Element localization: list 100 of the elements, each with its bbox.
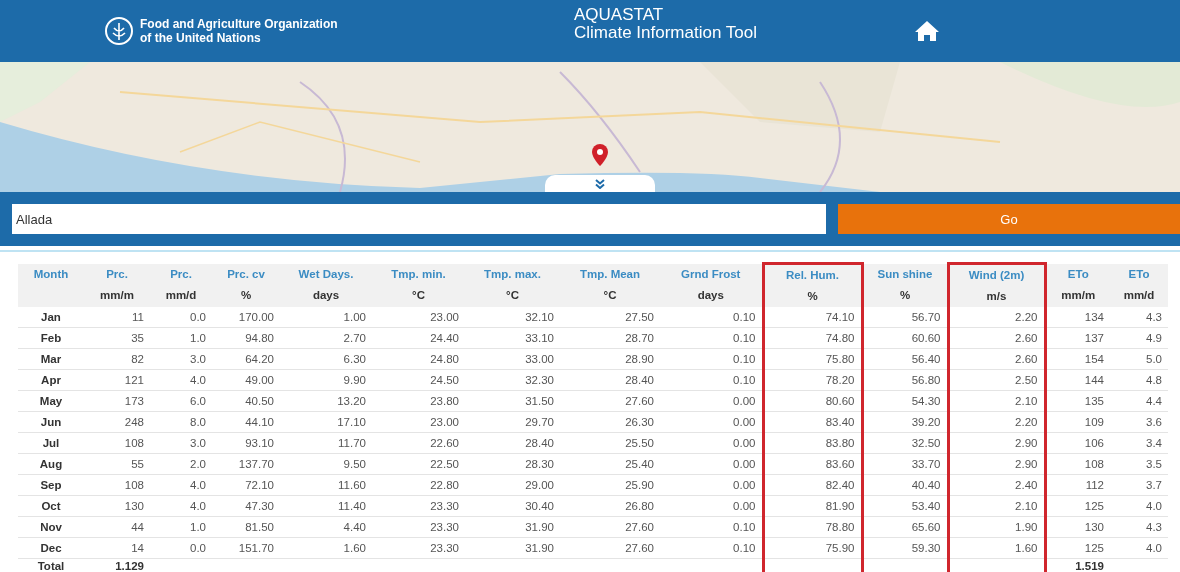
table-cell: 9.50 — [280, 453, 372, 475]
table-cell: 40.50 — [212, 390, 280, 412]
table-cell: 31.90 — [465, 516, 560, 538]
column-header: ETo mm/d — [1110, 263, 1168, 307]
table-cell: 2.90 — [948, 453, 1045, 475]
table-cell: 39.20 — [862, 411, 948, 433]
table-cell: 23.30 — [372, 495, 465, 517]
column-header: Tmp. max. °C — [465, 263, 560, 307]
table-cell: 3.0 — [150, 432, 212, 454]
column-header: Tmp. min. °C — [372, 263, 465, 307]
table-cell: 0.10 — [660, 369, 763, 391]
table-cell: 0.10 — [660, 327, 763, 349]
table-cell: 4.3 — [1110, 516, 1168, 538]
table-cell: 1.60 — [948, 537, 1045, 559]
app-title: AQUASTAT — [574, 6, 665, 24]
table-cell: 33.70 — [862, 453, 948, 475]
table-cell: 29.70 — [465, 411, 560, 433]
table-cell: 151.70 — [212, 537, 280, 559]
month-cell: Aug — [18, 453, 84, 475]
table-cell: 130 — [1045, 516, 1110, 538]
table-cell: 33.10 — [465, 327, 560, 349]
column-header: Rel. Hum. % — [763, 263, 862, 307]
table-cell: 2.10 — [948, 495, 1045, 517]
table-cell: 2.20 — [948, 307, 1045, 328]
table-cell: 0.00 — [660, 474, 763, 496]
table-cell: 4.0 — [1110, 495, 1168, 517]
column-header: Wet Days. days — [280, 263, 372, 307]
table-cell: 44.10 — [212, 411, 280, 433]
table-cell: 24.80 — [372, 348, 465, 370]
table-cell: 82.40 — [763, 474, 862, 496]
table-cell: 125 — [1045, 537, 1110, 559]
table-cell: 2.70 — [280, 327, 372, 349]
table-cell: 248 — [84, 411, 150, 433]
table-cell: 2.60 — [948, 327, 1045, 349]
table-cell: 75.80 — [763, 348, 862, 370]
table-cell: 1.0 — [150, 327, 212, 349]
table-cell: 125 — [1045, 495, 1110, 517]
table-cell: 0.00 — [660, 453, 763, 475]
table-cell: 4.3 — [1110, 307, 1168, 328]
location-field[interactable]: Allada — [12, 204, 826, 234]
table-cell: 94.80 — [212, 327, 280, 349]
table-cell: 28.40 — [560, 369, 660, 391]
table-cell: 93.10 — [212, 432, 280, 454]
table-cell: 81.50 — [212, 516, 280, 538]
table-cell: 17.10 — [280, 411, 372, 433]
table-cell: 80.60 — [763, 390, 862, 412]
table-cell: 3.6 — [1110, 411, 1168, 433]
table-cell: 1.0 — [150, 516, 212, 538]
table-cell: 2.40 — [948, 474, 1045, 496]
table-cell: 27.60 — [560, 516, 660, 538]
table-cell: 64.20 — [212, 348, 280, 370]
table-cell: 25.50 — [560, 432, 660, 454]
map-toggle-tab[interactable] — [545, 175, 655, 192]
table-cell: 4.0 — [1110, 537, 1168, 559]
table-cell: 3.0 — [150, 348, 212, 370]
table-cell: 135 — [1045, 390, 1110, 412]
table-cell: 0.00 — [660, 390, 763, 412]
table-cell: 28.40 — [465, 432, 560, 454]
table-cell: 23.80 — [372, 390, 465, 412]
organization-name: Food and Agriculture Organization — [140, 17, 338, 31]
month-cell: Mar — [18, 348, 84, 370]
table-cell: 22.60 — [372, 432, 465, 454]
app-subtitle: Climate Information Tool — [574, 24, 758, 42]
table-cell: 0.10 — [660, 348, 763, 370]
month-cell: May — [18, 390, 84, 412]
table-cell: 32.10 — [465, 307, 560, 328]
table-cell: 0.00 — [660, 432, 763, 454]
month-cell: Sep — [18, 474, 84, 496]
table-cell: 0.00 — [660, 411, 763, 433]
table-cell: 154 — [1045, 348, 1110, 370]
table-cell: 2.60 — [948, 348, 1045, 370]
table-cell: 2.50 — [948, 369, 1045, 391]
table-cell: 26.80 — [560, 495, 660, 517]
table-cell: 0.10 — [660, 537, 763, 559]
month-cell: Apr — [18, 369, 84, 391]
table-cell: 2.0 — [150, 453, 212, 475]
table-cell: 55 — [84, 453, 150, 475]
month-cell: Dec — [18, 537, 84, 559]
table-cell: 134 — [1045, 307, 1110, 328]
table-cell: 32.30 — [465, 369, 560, 391]
table-cell: 1.00 — [280, 307, 372, 328]
table-cell: 32.50 — [862, 432, 948, 454]
table-cell: 56.80 — [862, 369, 948, 391]
home-icon[interactable] — [914, 20, 940, 42]
table-cell: 109 — [1045, 411, 1110, 433]
table-cell: 170.00 — [212, 307, 280, 328]
table-cell: 82 — [84, 348, 150, 370]
table-cell: 35 — [84, 327, 150, 349]
table-cell: 4.4 — [1110, 390, 1168, 412]
column-header: Prc. mm/d — [150, 263, 212, 307]
table-cell: 4.0 — [150, 369, 212, 391]
table-cell: 31.90 — [465, 537, 560, 559]
table-cell: 74.80 — [763, 327, 862, 349]
table-cell: 25.40 — [560, 453, 660, 475]
table-cell: 72.10 — [212, 474, 280, 496]
table-cell: 81.90 — [763, 495, 862, 517]
double-chevron-icon — [595, 178, 605, 189]
table-cell: 25.90 — [560, 474, 660, 496]
month-cell: Jul — [18, 432, 84, 454]
table-cell: 22.50 — [372, 453, 465, 475]
